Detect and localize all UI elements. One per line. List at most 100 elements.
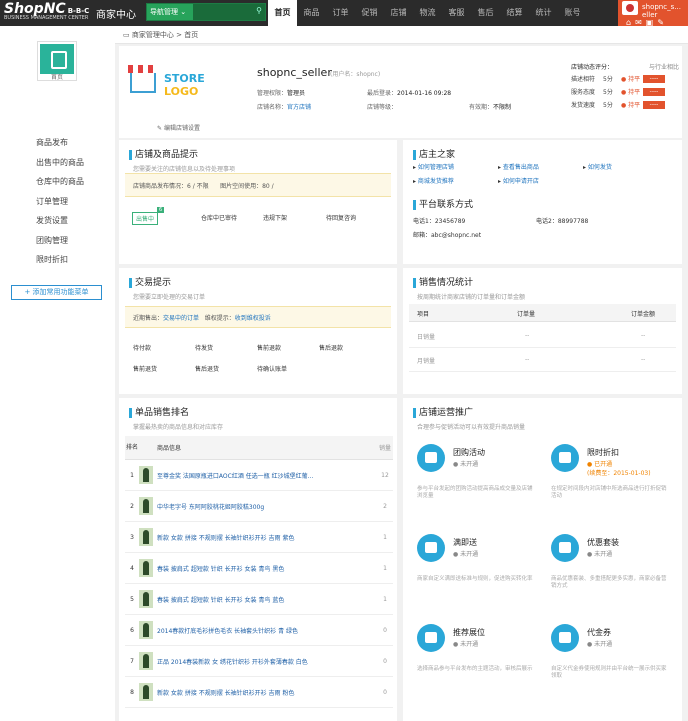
promo-groupbuy[interactable]: 团购活动 ● 未开通 参与平台发起的团购活动提高商品成交量及店铺浏览量 [409, 436, 539, 522]
nav-statistics[interactable]: 统计 [529, 0, 558, 26]
promo-discount[interactable]: 限时折扣 ● 已开通 (续费至：2015-01-03) 在规定时间段内对店铺中所选… [543, 436, 673, 522]
home-link-sold[interactable]: 查看售出商品 [503, 164, 539, 171]
tips-image-space: 图片空间使用：80 / [220, 183, 274, 190]
trade-title: 交易提示 [129, 278, 171, 288]
nav-goods[interactable]: 商品 [297, 0, 326, 26]
table-row[interactable]: 1 至尊金奖 法国原瓶进口AOC红酒 任选一瓶 红沙城堡红葡... 12 [125, 460, 393, 491]
contact-title: 平台联系方式 [413, 200, 473, 210]
trade-post-refund[interactable]: 售后退款 [319, 343, 343, 352]
link-on-sale[interactable]: 出售中 [132, 212, 159, 225]
stats-subtitle: 按周期统计商家店铺的订单量和订单金额 [417, 294, 526, 301]
promo-bundle[interactable]: 优惠套装 ● 未开通 商品优惠套装、多重搭配更多实惠，商家必备营销方式 [543, 526, 673, 612]
rating-box: 店铺动态评分： 与行业相比 描述相符 5分 ● 持平 ---- 服务态度 5分 ● 持平 --… [571, 62, 679, 111]
sidebar-item-on-sale[interactable]: 出售中的商品 [0, 153, 114, 173]
home-link-manage[interactable]: 如何管理店铺 [418, 164, 454, 171]
shop-info-panel: STORE LOGO ✎ 编辑店铺设置 shopnc_seller (用户名：s… [119, 46, 682, 138]
product-thumb[interactable] [139, 497, 153, 515]
monitor-icon: ▭ [123, 31, 130, 39]
promo-subtitle: 合理参与促销活动可以有效提升商品销量 [417, 424, 526, 431]
product-thumb[interactable] [139, 559, 153, 577]
main-nav: 首页 商品 订单 促销 店铺 物流 客服 售后 结算 统计 账号 [268, 0, 587, 26]
storefront-icon [130, 73, 156, 93]
tips-summary: 店铺商品发布情况：6 / 不限 图片空间使用：80 / [125, 173, 391, 197]
promotion-panel: 店铺运营推广 合理参与促销活动可以有效提升商品销量 团购活动 ● 未开通 参与平台… [403, 398, 682, 721]
binoculars-icon[interactable]: ⚲ [256, 6, 262, 15]
logo-text-a: STORE [164, 72, 205, 85]
table-row[interactable]: 4 春装 披肩式 超短款 针织 长开衫 女装 青鸟 黑色 1 [125, 553, 393, 584]
gift-card-icon [551, 624, 579, 652]
sidebar-item-groupbuy[interactable]: 团购管理 [0, 231, 114, 251]
link-consult[interactable]: 待回复咨询 [326, 213, 356, 222]
nav-settlement[interactable]: 结算 [500, 0, 529, 26]
home-link-recommend[interactable]: 商城发货推荐 [418, 178, 454, 185]
nav-orders[interactable]: 订单 [326, 0, 355, 26]
promo-booth[interactable]: 推荐展位 ● 未开通 选择商品参与平台发布的主题活动，审核后展示 [409, 616, 539, 702]
on-sale-badge: 6 [157, 207, 165, 213]
trade-pre-refund[interactable]: 售前退款 [257, 343, 281, 352]
bundle-icon [551, 534, 579, 562]
promo-gift[interactable]: 满即送 ● 未开通 商家自定义满即送标准与规则，促进购买转化率 [409, 526, 539, 612]
sidebar-item-orders[interactable]: 订单管理 [0, 192, 114, 212]
nav-store[interactable]: 店铺 [384, 0, 413, 26]
trade-pre-return[interactable]: 售前退货 [133, 364, 157, 373]
trade-pending-ship[interactable]: 待发货 [195, 343, 213, 352]
trade-post-return[interactable]: 售后退货 [195, 364, 219, 373]
home-link-open[interactable]: 如何申请开店 [503, 178, 539, 185]
sidebar-item-warehouse[interactable]: 仓库中的商品 [0, 172, 114, 192]
sidebar-menu: 商品发布 出售中的商品 仓库中的商品 订单管理 发货设置 团购管理 限时折扣 [0, 133, 114, 270]
nav-account[interactable]: 账号 [558, 0, 587, 26]
stats-title: 销售情况统计 [413, 278, 473, 288]
nav-logistics[interactable]: 物流 [413, 0, 442, 26]
link-violation[interactable]: 违规下架 [263, 213, 287, 222]
product-thumb[interactable] [139, 590, 153, 608]
sidebar-item-discount[interactable]: 限时折扣 [0, 250, 114, 270]
nav-promotion[interactable]: 促销 [355, 0, 384, 26]
ranking-header: 排名 商品信息 销量 [125, 436, 393, 460]
breadcrumb-root[interactable]: 商家管理中心 [132, 31, 174, 39]
home-shortcut[interactable]: 首页 [37, 41, 77, 81]
add-menu-button[interactable]: + 添加常用功能菜单 [11, 285, 102, 300]
nav-aftersale[interactable]: 售后 [471, 0, 500, 26]
nav-select[interactable]: 导航管理 ⌄ [147, 4, 193, 20]
product-thumb[interactable] [139, 621, 153, 639]
table-row[interactable]: 8 新款 女款 拼接 不规则摆 长袖针织衫开衫 吉雨 粉色 0 [125, 677, 393, 708]
table-row[interactable]: 2 中华老字号 东阿阿胶桃花姬阿胶糕300g 2 [125, 491, 393, 522]
tips-title: 店铺及商品提示 [129, 150, 198, 160]
table-row[interactable]: 6 2014春款打底毛衫拼色毛衣 长袖套头针织衫 青 绿色 0 [125, 615, 393, 646]
shop-name: shopnc_seller [257, 66, 332, 79]
shop-username: (用户名：shopnc) [330, 71, 381, 78]
rights: 管理权限：管理员 [257, 90, 306, 97]
table-row[interactable]: 7 正品 2014春装新款 女 绣花针织衫 开衫外套薄春款 白色 0 [125, 646, 393, 677]
search-box[interactable]: 导航管理 ⌄ ⚲ [146, 3, 266, 21]
awning-icon [128, 65, 158, 73]
valid-period: 有效期：不限制 [469, 104, 512, 111]
breadcrumb-current: 首页 [184, 31, 199, 39]
sidebar-item-publish[interactable]: 商品发布 [0, 133, 114, 153]
promo-voucher[interactable]: 代金券 ● 未开通 自定义代金券使用规则并由平台统一展示供买家领取 [543, 616, 673, 702]
store-icon [40, 44, 74, 74]
sidebar-item-shipping[interactable]: 发货设置 [0, 211, 114, 231]
nav-home[interactable]: 首页 [268, 0, 297, 26]
trade-pending-bill[interactable]: 待确认账单 [257, 364, 287, 373]
table-row[interactable]: 5 春装 披肩式 超短款 针织 长开衫 女装 青鸟 蓝色 1 [125, 584, 393, 615]
rating-compare: 与行业相比 [648, 64, 679, 71]
shop-tips-panel: 店铺及商品提示 您需要关注的店铺信息以及待处理事项 店铺商品发布情况：6 / 不… [119, 140, 397, 264]
rating-row: 发货速度 5分 ● 持平 ---- [571, 98, 679, 111]
link-warehouse[interactable]: 仓库中已审待 [201, 213, 237, 222]
product-thumb[interactable] [139, 528, 153, 546]
product-thumb[interactable] [139, 652, 153, 670]
home-link-ship[interactable]: 如何发货 [588, 164, 612, 171]
gift-icon [417, 534, 445, 562]
trade-link-complaints[interactable]: 收到维权投诉 [235, 315, 271, 322]
top-bar: ShopNC B-B-C BUSINESS MANAGEMENT CENTER 商… [0, 0, 688, 26]
edit-shop-link[interactable]: ✎ 编辑店铺设置 [157, 123, 200, 132]
product-thumb[interactable] [139, 683, 153, 701]
avatar[interactable] [622, 1, 638, 15]
product-thumb[interactable] [139, 466, 153, 484]
stats-header: 项目 订单量 订单金额 [409, 304, 676, 322]
trade-link-orders[interactable]: 交易中的订单 [163, 315, 199, 322]
trade-pending-pay[interactable]: 待付款 [133, 343, 151, 352]
nav-service[interactable]: 客服 [442, 0, 471, 26]
contact-email: 邮箱：abc@shopnc.net [413, 232, 482, 239]
table-row[interactable]: 3 新款 女款 拼接 不规则摆 长袖针织衫开衫 吉雨 紫色 1 [125, 522, 393, 553]
